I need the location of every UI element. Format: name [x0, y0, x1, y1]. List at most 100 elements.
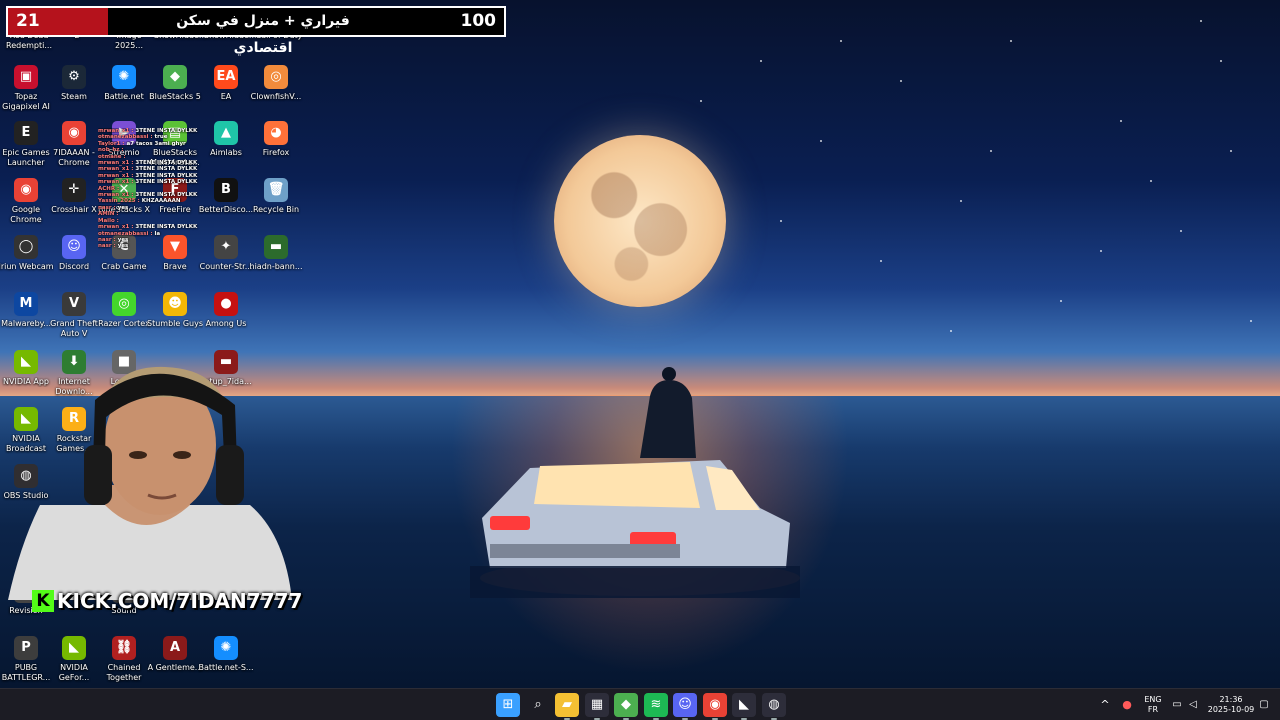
desktop-icon[interactable]: ▬ hiadn-bann... [248, 235, 304, 272]
star [1060, 300, 1062, 302]
steam-icon: ⚙ [62, 65, 86, 89]
desktop-icon[interactable]: ✺ Battle.net [96, 65, 152, 102]
star [700, 100, 702, 102]
desktop-icon[interactable]: ☺ Discord [46, 235, 102, 272]
chained-together-icon: ⛓ [112, 636, 136, 660]
star [990, 150, 992, 152]
chat-message: mrwan_x1 :3TENE INSTA DYLKK [98, 224, 208, 230]
desktop-icon-label: Firefox [262, 148, 290, 157]
microphone-icon[interactable]: ● [1120, 689, 1134, 720]
desktop-icon-label: Recycle Bin [252, 205, 300, 214]
tray-overflow-chevron-icon[interactable]: ^ [1096, 689, 1114, 720]
chrome-icon: ◉ [14, 178, 38, 202]
chat-username: nob_hz : [98, 147, 124, 154]
bluestacks-icon[interactable]: ◆ [614, 693, 638, 720]
desktop-icon[interactable]: ◆ BlueStacks 5 [147, 65, 203, 102]
chat-username: Yassin_2025 : [98, 198, 140, 205]
desktop-icon-label: ClownfishV... [250, 92, 302, 101]
notifications-icon[interactable]: ▢ [1256, 689, 1272, 720]
spotify-icon[interactable]: ≋ [644, 693, 668, 720]
star [1150, 180, 1152, 182]
chat-text: 3TENE INSTA DYLKK [135, 166, 198, 173]
star [780, 220, 782, 222]
desktop-icon[interactable]: EA EA [198, 65, 254, 102]
taskbar: ⊞ ⌕ ▰ ▦ ◆ ≋ ☺ ◉ ◣ ◍ ^ ● ENG FR ▭ ◁ 21:36 2025-10-… [0, 688, 1280, 720]
chat-username: mrwan_x1 : [98, 128, 134, 134]
desktop-icon[interactable]: A A Gentleme... [147, 636, 203, 673]
desktop-icon[interactable]: ◎ Razer Cortex [96, 292, 152, 329]
streamer-webcam [8, 366, 292, 600]
chat-username: mrwan_x1 : [98, 172, 134, 179]
start-button[interactable]: ⊞ [496, 693, 520, 717]
bluestacks-icon: ◆ [163, 65, 187, 89]
desktop-icon[interactable]: ◎ ClownfishV... [248, 65, 304, 102]
chat-username: otmanezabbassi : [98, 134, 153, 141]
desktop-icon[interactable]: ◕ Firefox [248, 121, 304, 158]
desktop-icon[interactable]: V Grand Theft Auto V [46, 292, 102, 339]
desktop-icon[interactable]: ⛓ Chained Together [96, 636, 152, 683]
epic-games-icon: E [14, 121, 38, 145]
kick-channel-overlay: K KICK.COM/7IDAN7777 [32, 587, 302, 615]
chat-text: 3TENE INSTA DYLKK [135, 128, 198, 134]
chat-username: nasr : [98, 204, 116, 211]
chat-text: 3TENE INSTA DYLKK [135, 172, 198, 179]
gentleman-icon: A [163, 636, 187, 660]
chat-username: Mailo : [98, 217, 119, 224]
desktop-icon-label: Discord [58, 262, 90, 271]
desktop-icon[interactable]: ● Among Us [198, 292, 254, 329]
clock[interactable]: 21:36 2025-10-09 [1206, 689, 1256, 720]
pubg-icon: P [14, 636, 38, 660]
stream-chat-overlay: mrwan_x1 :3TENE INSTA DYLKK otmanezabbass… [98, 128, 208, 250]
chat-message: nasr : yes [98, 243, 208, 249]
goal-current-count: 21 [8, 8, 108, 35]
battlenet-icon: ✺ [112, 65, 136, 89]
language-primary: ENG [1144, 695, 1162, 704]
among-us-icon: ● [214, 292, 238, 316]
desktop-icon[interactable]: ✺ Battle.net-S... [198, 636, 254, 673]
volume-icon[interactable]: ◁ [1186, 689, 1200, 720]
desktop-icon[interactable]: ⚙ Steam [46, 65, 102, 102]
full-moon [554, 135, 726, 307]
nvidia-icon[interactable]: ◣ [732, 693, 756, 720]
seated-person-silhouette [640, 367, 696, 458]
chat-username: mrwan_x1 : [98, 224, 134, 231]
chat-text: 3TENE INSTA DYLKK [135, 179, 198, 186]
desktop-icon-label: EA [220, 92, 232, 101]
store-icon[interactable]: ▦ [585, 693, 609, 720]
star [1120, 120, 1122, 122]
clock-time: 21:36 [1219, 695, 1243, 704]
search-icon[interactable]: ⌕ [526, 693, 550, 717]
desktop-icon[interactable]: ✛ Crosshair X [46, 178, 102, 215]
star [1200, 20, 1202, 22]
chat-text: 3TENE INSTA DYLKK [135, 160, 198, 167]
star [900, 80, 902, 82]
razer-icon: ◎ [112, 292, 136, 316]
desktop-icon-label: hiadn-bann... [249, 262, 303, 271]
discord-icon[interactable]: ☺ [673, 693, 697, 720]
desktop-icon[interactable]: 🗑 Recycle Bin [248, 178, 304, 215]
star [960, 200, 962, 202]
chat-text: 3TENE INSTA DYLKK [135, 192, 198, 199]
language-switcher[interactable]: ENG FR [1140, 689, 1166, 720]
chat-username: Taylor1 : [98, 140, 125, 147]
chat-username: nasr : [98, 236, 116, 243]
obs-icon[interactable]: ◍ [762, 693, 786, 720]
kick-channel-url: KICK.COM/7IDAN7777 [57, 589, 303, 613]
chrome-icon[interactable]: ◉ [703, 693, 727, 720]
chat-username: otmanezabbassi : [98, 230, 153, 237]
chat-text: yes [117, 236, 129, 243]
desktop-icon[interactable]: ◣ NVIDIA GeFor... [46, 636, 102, 683]
file-explorer-icon[interactable]: ▰ [555, 693, 579, 720]
desktop-icon-label: Brave [163, 262, 187, 271]
clock-date: 2025-10-09 [1207, 705, 1255, 714]
language-secondary: FR [1147, 705, 1159, 714]
network-icon[interactable]: ▭ [1170, 689, 1184, 720]
desktop-icon[interactable]: ☻ Stumble Guys [147, 292, 203, 329]
chat-username: otmane : [98, 153, 126, 160]
sinking-car [470, 460, 800, 598]
star [1230, 150, 1232, 152]
desktop-icon[interactable]: ◉ 7IDAAAN - Chrome [46, 121, 102, 168]
star [880, 260, 882, 262]
star [1220, 60, 1222, 62]
star [1250, 320, 1252, 322]
